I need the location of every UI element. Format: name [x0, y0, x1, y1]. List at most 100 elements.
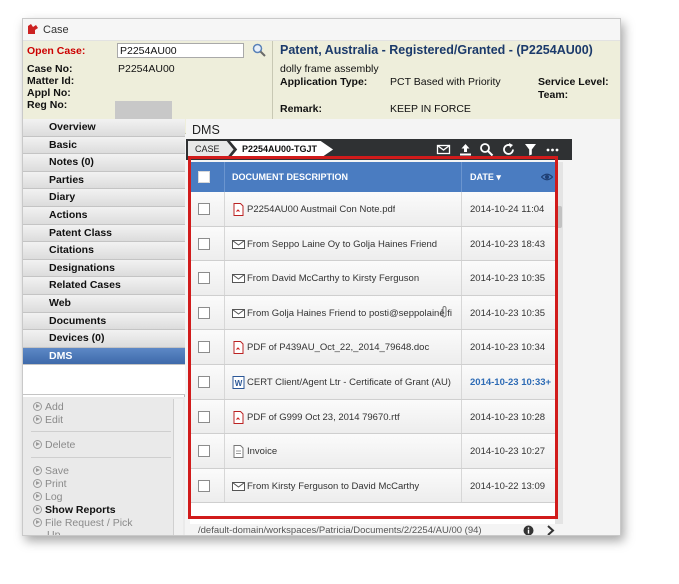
grid-scrollbar-thumb[interactable] — [556, 206, 562, 228]
upload-icon[interactable] — [458, 142, 473, 157]
add-label: Add — [45, 401, 64, 413]
sidebar-item-notes[interactable]: Notes (0) — [23, 154, 185, 172]
row-checkbox[interactable] — [198, 479, 210, 492]
column-header-date[interactable]: DATE ▾ — [470, 172, 501, 183]
show-reports-action[interactable]: Show Reports — [33, 504, 116, 516]
application-type-label: Application Type: — [280, 76, 368, 88]
arrow-circle-icon — [33, 415, 42, 424]
document-description[interactable]: P2254AU00 Austmail Con Note.pdf — [247, 204, 395, 215]
column-divider — [224, 295, 225, 330]
refresh-icon[interactable] — [501, 142, 516, 157]
case-window: Case Open Case: Case No: P2254AU00 Matte… — [22, 18, 621, 536]
select-all-checkbox[interactable] — [198, 171, 210, 183]
sidebar-item-patent-class[interactable]: Patent Class — [23, 224, 185, 243]
table-row[interactable]: W CERT Client/Agent Ltr - Certificate of … — [190, 364, 555, 400]
delete-action[interactable]: Delete — [33, 439, 75, 451]
row-checkbox[interactable] — [198, 306, 210, 319]
search-icon[interactable] — [479, 142, 494, 157]
sidebar-item-devices[interactable]: Devices (0) — [23, 330, 185, 348]
case-no-value: P2254AU00 — [118, 63, 175, 75]
sidebar-item-related-cases[interactable]: Related Cases — [23, 277, 185, 295]
log-action[interactable]: Log — [33, 491, 63, 503]
print-label: Print — [45, 478, 67, 490]
window-title: Case — [43, 24, 69, 36]
info-icon[interactable] — [523, 525, 534, 536]
column-divider — [224, 399, 225, 434]
row-checkbox[interactable] — [198, 272, 210, 285]
column-divider — [461, 399, 462, 434]
eye-icon[interactable] — [541, 171, 553, 183]
row-checkbox[interactable] — [198, 237, 210, 250]
reg-no-label: Reg No: — [27, 99, 68, 111]
sidebar-item-basic[interactable]: Basic — [23, 136, 185, 155]
pdf-file-icon — [233, 410, 244, 424]
table-row[interactable]: P2254AU00 Austmail Con Note.pdf 2014-10-2… — [190, 192, 555, 227]
grid-header: DOCUMENT DESCRIPTION DATE ▾ — [190, 162, 555, 192]
row-checkbox[interactable] — [198, 375, 210, 388]
sidebar-item-diary[interactable]: Diary — [23, 189, 185, 207]
document-description[interactable]: PDF of G999 Oct 23, 2014 79670.rtf — [247, 412, 400, 423]
row-checkbox[interactable] — [198, 445, 210, 458]
table-row[interactable]: From Seppo Laine Oy to Golja Haines Frie… — [190, 226, 555, 262]
actions-scrollbar[interactable] — [173, 399, 183, 535]
chevron-right-icon[interactable] — [546, 525, 555, 536]
sidebar-item-citations[interactable]: Citations — [23, 242, 185, 260]
document-description[interactable]: CERT Client/Agent Ltr - Certificate of G… — [247, 377, 451, 388]
arrow-circle-icon — [33, 492, 42, 501]
file-request-label: File Request / Pick — [45, 517, 133, 529]
status-bar: /default-domain/workspaces/Patricia/Docu… — [186, 525, 572, 536]
table-row[interactable]: PDF of P439AU_Oct_22,_2014_79648.doc 2014… — [190, 330, 555, 365]
save-action[interactable]: Save — [33, 465, 69, 477]
table-row[interactable]: From Kirsty Ferguson to David McCarthy 20… — [190, 468, 555, 504]
file-request-action[interactable]: File Request / Pick — [33, 517, 133, 529]
mail-icon[interactable] — [436, 142, 451, 157]
team-label: Team: — [538, 89, 569, 101]
document-description[interactable]: From Golja Haines Friend to posti@seppol… — [247, 308, 452, 319]
sidebar-item-actions[interactable]: Actions — [23, 206, 185, 225]
grid-scrollbar[interactable] — [555, 162, 563, 524]
table-row[interactable]: From David McCarthy to Kirsty Ferguson 20… — [190, 261, 555, 296]
sidebar: Overview Basic Notes (0) Parties Diary A… — [23, 119, 185, 536]
row-checkbox[interactable] — [198, 203, 210, 215]
sidebar-item-parties[interactable]: Parties — [23, 171, 185, 190]
document-description[interactable]: Invoice — [247, 446, 277, 457]
document-date: 2014-10-23 10:35 — [470, 307, 546, 319]
document-description[interactable]: PDF of P439AU_Oct_22,_2014_79648.doc — [247, 342, 429, 353]
document-description[interactable]: From David McCarthy to Kirsty Ferguson — [247, 273, 419, 284]
document-description[interactable]: From Kirsty Ferguson to David McCarthy — [247, 481, 419, 492]
sidebar-item-overview[interactable]: Overview — [23, 119, 185, 137]
column-divider — [224, 162, 225, 192]
breadcrumb-case[interactable]: CASE — [188, 141, 234, 158]
delete-label: Delete — [45, 439, 76, 451]
document-description[interactable]: From Seppo Laine Oy to Golja Haines Frie… — [247, 239, 437, 250]
table-row[interactable]: From Golja Haines Friend to posti@seppol… — [190, 295, 555, 331]
document-date: 2014-10-24 11:04 — [470, 204, 545, 215]
filter-icon[interactable] — [523, 142, 538, 157]
search-icon[interactable] — [252, 43, 266, 57]
document-file-icon — [233, 445, 244, 459]
column-header-description[interactable]: DOCUMENT DESCRIPTION — [232, 172, 348, 182]
sidebar-item-documents[interactable]: Documents — [23, 312, 185, 331]
row-checkbox[interactable] — [198, 410, 210, 423]
app-logo-icon — [28, 24, 38, 34]
mail-icon — [232, 481, 245, 491]
svg-text:W: W — [235, 379, 243, 388]
more-icon[interactable] — [545, 142, 560, 157]
pdf-file-icon — [233, 203, 244, 216]
breadcrumb-case-id[interactable]: P2254AU00-TGJT — [230, 141, 334, 158]
title-bar: Case — [23, 19, 620, 41]
sidebar-item-designations[interactable]: Designations — [23, 259, 185, 278]
open-case-input[interactable] — [117, 43, 244, 58]
table-row[interactable]: PDF of G999 Oct 23, 2014 79670.rtf 2014-1… — [190, 399, 555, 435]
edit-action[interactable]: Edit — [33, 414, 63, 426]
row-checkbox[interactable] — [198, 341, 210, 354]
table-row[interactable]: Invoice 2014-10-23 10:27 — [190, 434, 555, 469]
print-action[interactable]: Print — [33, 478, 67, 490]
document-date: 2014-10-23 10:34 — [470, 342, 546, 354]
add-action[interactable]: Add — [33, 401, 64, 413]
sidebar-item-web[interactable]: Web — [23, 294, 185, 313]
file-request-label-cont: Up — [47, 529, 61, 536]
document-date: 2014-10-22 13:09 — [470, 480, 546, 492]
sidebar-item-dms[interactable]: DMS — [23, 347, 185, 366]
divider — [31, 457, 171, 458]
